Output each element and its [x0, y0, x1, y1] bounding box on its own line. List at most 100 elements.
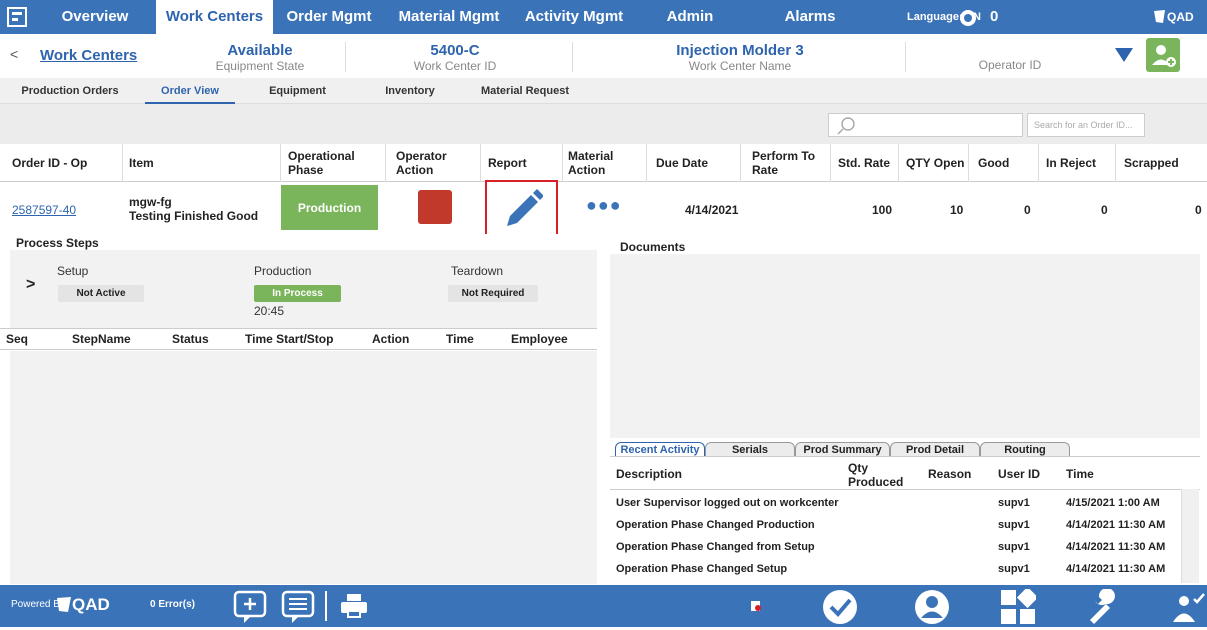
top-nav: Overview Work Centers Order Mgmt Materia…	[0, 0, 1207, 34]
material-action-more-icon[interactable]: ●●●	[586, 195, 622, 216]
scrapped-value: 0	[1195, 203, 1202, 217]
dashboard-tiles-icon[interactable]	[1000, 586, 1039, 630]
operational-phase-button[interactable]: Production	[281, 185, 378, 230]
activity-row-time: 4/14/2021 11:30 AM	[1066, 541, 1166, 553]
orders-table-header: Order ID - Op Item Operational Phase Ope…	[0, 144, 1207, 182]
nav-tab-material-mgmt[interactable]: Material Mgmt	[385, 0, 513, 34]
activity-row-user: supv1	[998, 497, 1030, 509]
header-divider	[905, 42, 906, 72]
comments-icon[interactable]	[280, 589, 316, 630]
work-center-name-value: Injection Molder 3	[676, 42, 804, 59]
step-teardown-name: Teardown	[451, 264, 504, 278]
col-user-id: User ID	[998, 467, 1041, 481]
documents-title: Documents	[620, 240, 686, 254]
work-center-id: 5400-C Work Center ID	[390, 34, 520, 78]
footer-divider	[325, 591, 327, 621]
complete-check-icon[interactable]	[822, 589, 858, 630]
activity-row-user: supv1	[998, 541, 1030, 553]
pencil-icon	[507, 189, 543, 226]
col-description: Description	[616, 467, 683, 481]
recent-activity-grid: Description Qty Produced Reason User ID …	[610, 456, 1200, 584]
documents-area	[610, 254, 1200, 438]
col-due-date: Due Date	[656, 156, 709, 170]
alarm-bell-icon[interactable]	[958, 8, 978, 33]
activity-tabs: Recent Activity Serials Prod Summary Pro…	[610, 438, 1200, 458]
footer: Powered By QAD 0 Error(s)	[0, 585, 1207, 627]
operator-status-icon[interactable]	[1170, 589, 1206, 630]
col-item: Item	[129, 156, 154, 170]
operator-profile-icon[interactable]	[914, 589, 950, 630]
col-std-rate: Std. Rate	[838, 156, 891, 170]
operator-action-button[interactable]	[418, 190, 452, 224]
operator-id-label: Operator ID	[978, 58, 1042, 72]
nav-tab-alarms[interactable]: Alarms	[765, 0, 855, 34]
process-steps-table-header: Seq StepName Status Time Start/Stop Acti…	[0, 328, 597, 350]
col-operator-action: Operator Action	[396, 149, 447, 177]
good-value: 0	[1024, 203, 1031, 217]
col-material-action: Material Action	[568, 149, 614, 177]
add-comment-icon[interactable]	[232, 589, 268, 630]
back-to-work-centers-link[interactable]: Work Centers	[40, 47, 137, 64]
nav-tab-overview[interactable]: Overview	[34, 0, 156, 34]
subtab-equipment[interactable]: Equipment	[260, 78, 335, 104]
col-qty-produced: Qty Produced	[848, 461, 904, 489]
step-setup-status: Not Active	[58, 285, 144, 302]
subtab-production-orders[interactable]: Production Orders	[15, 78, 125, 104]
step-setup-name: Setup	[57, 264, 89, 278]
add-operator-icon[interactable]	[1146, 38, 1180, 72]
search-field-area[interactable]	[828, 113, 1023, 137]
alarm-count: 0	[990, 8, 999, 25]
search-input[interactable]: Search for an Order ID...	[1027, 113, 1145, 137]
sub-tabs: Production Orders Order View Equipment I…	[0, 78, 1207, 104]
in-reject-value: 0	[1101, 203, 1108, 217]
subtab-material-request[interactable]: Material Request	[475, 78, 575, 104]
activity-row-time: 4/14/2021 11:30 AM	[1066, 563, 1166, 575]
activity-row-desc: User Supervisor logged out on workcenter	[616, 497, 839, 509]
report-button[interactable]	[485, 180, 558, 240]
subtab-order-view[interactable]: Order View	[145, 78, 235, 104]
search-icon	[837, 117, 855, 135]
maintenance-wrench-icon[interactable]	[1086, 588, 1122, 630]
order-id-link[interactable]: 2587597-40	[12, 203, 76, 217]
col-stepname: StepName	[72, 332, 131, 346]
work-center-logo-icon[interactable]	[0, 0, 34, 34]
work-center-name: Injection Molder 3 Work Center Name	[640, 34, 840, 78]
operator-id[interactable]: Operator ID	[960, 34, 1060, 78]
process-steps-panel: Process Steps > Setup Not Active Product…	[0, 234, 597, 584]
activity-row-desc: Operation Phase Changed from Setup	[616, 541, 815, 553]
footer-brand: QAD	[72, 595, 110, 614]
nav-tab-order-mgmt[interactable]: Order Mgmt	[273, 0, 385, 34]
operator-dropdown-icon[interactable]	[1115, 48, 1133, 67]
process-steps-list	[10, 351, 597, 584]
step-production-status: In Process	[254, 285, 341, 302]
language-label: Language:	[907, 11, 963, 23]
process-steps-summary: > Setup Not Active Production In Process…	[10, 250, 597, 330]
qad-brand: QAD	[1167, 10, 1194, 24]
process-steps-title: Process Steps	[16, 236, 99, 250]
activity-row-time: 4/14/2021 11:30 AM	[1066, 519, 1166, 531]
subtab-inventory[interactable]: Inventory	[375, 78, 445, 104]
nav-tab-work-centers[interactable]: Work Centers	[156, 0, 273, 34]
nav-tab-activity-mgmt[interactable]: Activity Mgmt	[513, 0, 635, 34]
col-good: Good	[978, 156, 1010, 170]
col-action: Action	[372, 332, 410, 346]
print-icon[interactable]	[340, 593, 368, 624]
error-count[interactable]: 0 Error(s)	[150, 599, 195, 610]
item-code: mgw-fg	[129, 195, 172, 209]
col-perform-to-rate: Perform To Rate	[752, 149, 816, 177]
col-time-start-stop: Time Start/Stop	[245, 332, 334, 346]
work-center-header: < Work Centers Available Equipment State…	[0, 34, 1207, 78]
expand-chevron-icon[interactable]: >	[26, 276, 35, 294]
col-scrapped: Scrapped	[1124, 156, 1179, 170]
qty-open-value: 10	[950, 203, 964, 217]
col-time: Time	[446, 332, 474, 346]
activity-scrollbar[interactable]	[1181, 489, 1199, 583]
back-chevron-icon[interactable]: <	[10, 46, 18, 62]
col-status: Status	[172, 332, 209, 346]
nav-tab-admin[interactable]: Admin	[645, 0, 735, 34]
qad-brand-icon	[1153, 9, 1166, 29]
equipment-state-label: Equipment State	[215, 59, 305, 73]
col-reason: Reason	[928, 467, 972, 481]
step-production-name: Production	[254, 264, 312, 278]
col-in-reject: In Reject	[1046, 156, 1097, 170]
